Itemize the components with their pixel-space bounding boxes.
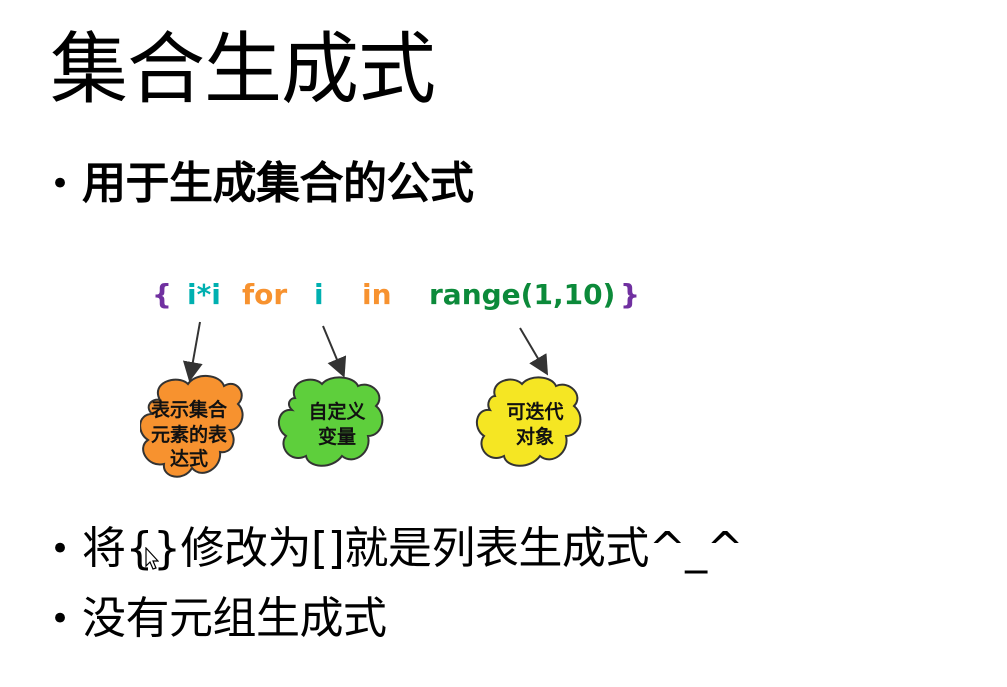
bullet-dot: •: [50, 529, 71, 570]
cloud-expression-label: 表示集合 元素的表 达式: [150, 399, 227, 471]
arrow-iterable: [519, 327, 549, 376]
bullet-1: • 用于生成集合的公式: [50, 158, 474, 209]
bullet-1-text: 用于生成集合的公式: [82, 158, 474, 209]
bullet-dot: •: [50, 599, 71, 640]
cloud-iterable-label: 可迭代 对象: [506, 401, 564, 448]
set-comprehension-diagram: { i*i for i in range(1,10) } 表示集合 元素的表 达式 …: [140, 270, 660, 510]
arrow-expression: [182, 321, 203, 382]
bullet-3: • 没有元组生成式: [50, 593, 387, 644]
cloud-variable-label: 自定义 变量: [308, 401, 366, 448]
mouse-pointer-icon: [145, 547, 159, 570]
diagram-graphics: [140, 321, 582, 478]
arrow-variable: [322, 325, 347, 378]
slide: 集合生成式 • 用于生成集合的公式 { i*i for i in range(1…: [0, 0, 1007, 687]
bullet-2-text: 将{}修改为[]就是列表生成式^_^: [82, 523, 744, 574]
bullet-dot: •: [50, 164, 71, 205]
bullet-3-text: 没有元组生成式: [82, 593, 387, 644]
slide-title: 集合生成式: [50, 25, 436, 115]
